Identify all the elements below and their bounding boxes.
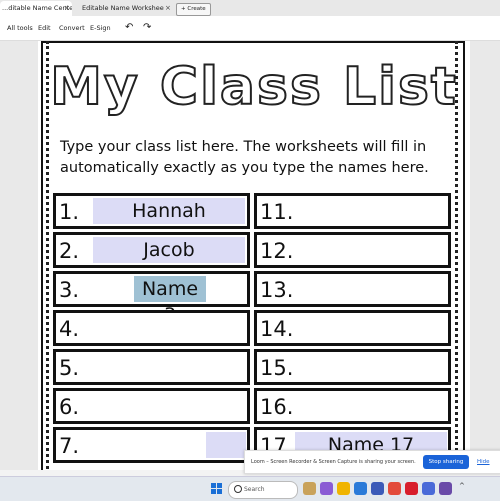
list-row-1: 1. Hannah — [53, 193, 250, 229]
row-number: 15. — [260, 356, 294, 380]
list-row-2: 2. Jacob — [53, 232, 250, 268]
name-field-1[interactable]: Hannah — [93, 198, 245, 224]
list-row-7: 7. — [53, 427, 250, 463]
chrome-icon[interactable] — [388, 482, 401, 495]
share-message: Loom – Screen Recorder & Screen Capture … — [251, 459, 416, 465]
row-number: 16. — [260, 395, 294, 419]
taskbar-app-icon[interactable] — [303, 482, 316, 495]
row-number: 7. — [59, 434, 80, 458]
name-field-3[interactable]: Name 3 — [134, 276, 206, 326]
row-number: 12. — [260, 239, 294, 263]
windows-taskbar: Search ^ — [0, 476, 500, 501]
name-field-2[interactable]: Jacob — [93, 237, 245, 263]
close-tab-icon[interactable]: × — [64, 1, 70, 16]
pdf-page: My Class List Type your class list here.… — [38, 41, 470, 470]
row-number: 5. — [59, 356, 80, 380]
convert-menu[interactable]: Convert — [59, 16, 85, 40]
taskbar-app-icon[interactable] — [371, 482, 384, 495]
folder-icon[interactable] — [337, 482, 350, 495]
search-icon — [234, 485, 242, 493]
redo-icon[interactable]: ↷ — [143, 16, 151, 40]
row-number: 11. — [260, 200, 294, 224]
taskbar-app-icon[interactable] — [320, 482, 333, 495]
edge-icon[interactable] — [354, 482, 367, 495]
row-number: 6. — [59, 395, 80, 419]
taskbar-search[interactable]: Search — [228, 481, 298, 499]
row-number: 1. — [59, 200, 80, 224]
list-row-15: 15. — [254, 349, 451, 385]
acrobat-toolbar: All tools Edit Convert E-Sign ↶ ↷ — [0, 16, 500, 41]
list-row-6: 6. — [53, 388, 250, 424]
tab-label: Editable Name Worksheets.pdf (... — [82, 4, 164, 12]
list-row-5: 5. — [53, 349, 250, 385]
row-number: 13. — [260, 278, 294, 302]
list-row-4: 4. — [53, 310, 250, 346]
all-tools-menu[interactable]: All tools — [7, 16, 33, 40]
list-row-12: 12. — [254, 232, 451, 268]
tab-name-centers[interactable]: ...ditable Name Centers... — [0, 1, 72, 16]
edit-menu[interactable]: Edit — [38, 16, 51, 40]
list-row-11: 11. — [254, 193, 451, 229]
page-title: My Class List — [49, 56, 458, 118]
screen-share-notification: Loom – Screen Recorder & Screen Capture … — [244, 450, 500, 474]
esign-menu[interactable]: E-Sign — [90, 16, 111, 40]
taskbar-app-icon[interactable] — [439, 482, 452, 495]
undo-icon[interactable]: ↶ — [125, 16, 133, 40]
acrobat-icon[interactable] — [405, 482, 418, 495]
list-row-16: 16. — [254, 388, 451, 424]
tab-name-worksheets[interactable]: Editable Name Worksheets.pdf (... — [82, 1, 164, 16]
row-number: 3. — [59, 278, 80, 302]
row-number: 4. — [59, 317, 80, 341]
row-number: 14. — [260, 317, 294, 341]
search-placeholder: Search — [244, 486, 265, 493]
list-row-3: 3. Name 3 — [53, 271, 250, 326]
windows-start-icon[interactable] — [211, 483, 223, 495]
chevron-up-icon[interactable]: ^ — [459, 482, 465, 490]
document-viewer: My Class List Type your class list here.… — [0, 41, 500, 470]
hide-link[interactable]: Hide — [477, 451, 490, 473]
tab-label: ...ditable Name Centers... — [2, 4, 72, 12]
create-button[interactable]: + Create — [176, 3, 211, 16]
browser-tab-bar: ...ditable Name Centers... × Editable Na… — [0, 0, 500, 16]
close-tab-icon[interactable]: × — [165, 1, 171, 16]
stop-sharing-button[interactable]: Stop sharing — [423, 455, 469, 469]
instructions-text: Type your class list here. The worksheet… — [60, 139, 429, 176]
name-field-7[interactable] — [206, 432, 246, 458]
taskbar-app-icon[interactable] — [422, 482, 435, 495]
row-number: 2. — [59, 239, 80, 263]
list-row-14: 14. — [254, 310, 451, 346]
list-row-13: 13. — [254, 271, 451, 307]
